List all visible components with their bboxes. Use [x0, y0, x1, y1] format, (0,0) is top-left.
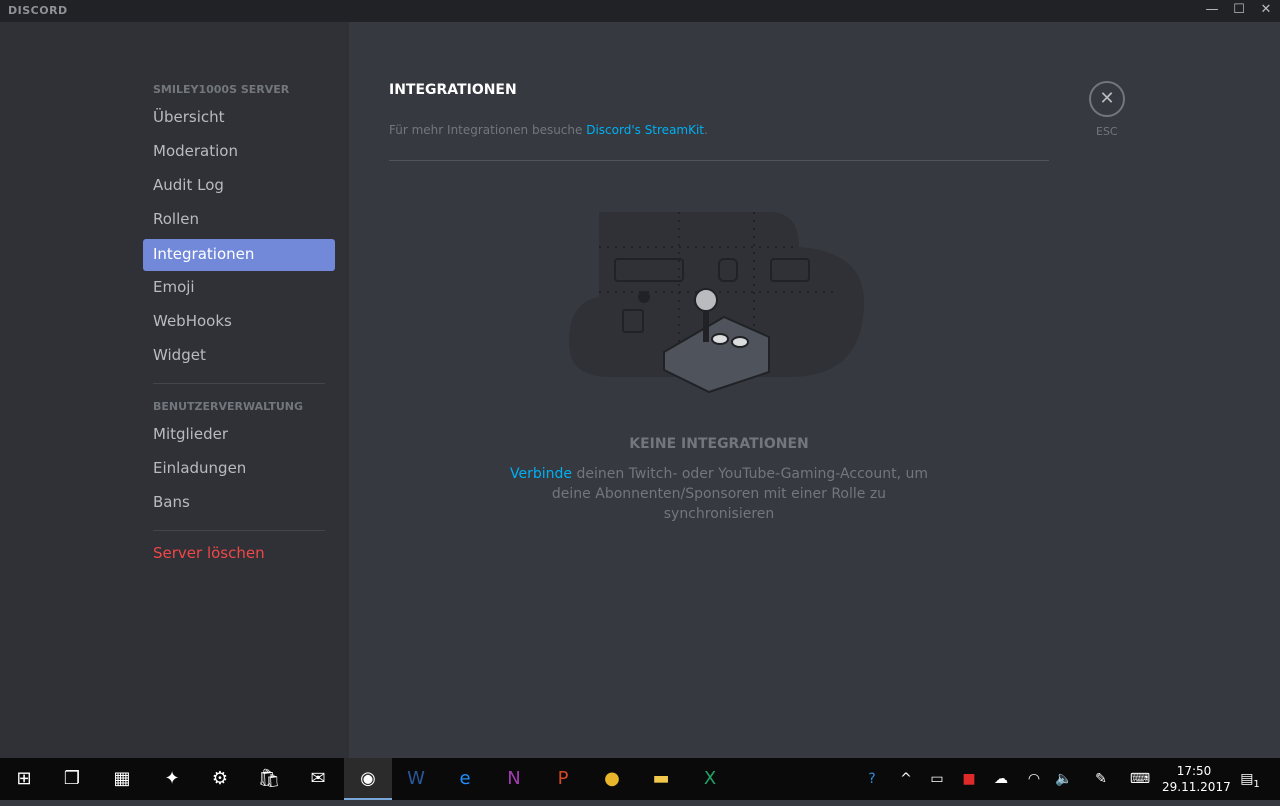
- app-icon[interactable]: ✦: [148, 758, 196, 800]
- server-header: SMILEY1000S SERVER: [153, 83, 290, 96]
- settings-icon[interactable]: ⚙: [196, 758, 244, 800]
- divider: [153, 530, 325, 531]
- file-explorer-icon[interactable]: ▬: [637, 758, 685, 800]
- notification-center-icon[interactable]: ▤1: [1236, 758, 1264, 800]
- store-icon[interactable]: 🛍: [245, 758, 293, 800]
- windows-start-icon[interactable]: ⊞: [0, 758, 48, 800]
- page-title: INTEGRATIONEN: [389, 82, 517, 98]
- connect-link[interactable]: Verbinde: [510, 466, 572, 482]
- sidebar-item-rollen[interactable]: Rollen: [143, 204, 335, 236]
- sidebar-item-audit-log[interactable]: Audit Log: [143, 170, 335, 202]
- chevron-up-icon[interactable]: ^: [892, 758, 920, 800]
- excel-icon[interactable]: X: [686, 758, 734, 800]
- clock[interactable]: 17:50 29.11.2017: [1162, 763, 1231, 795]
- integrations-panel: INTEGRATIONEN Für mehr Integrationen bes…: [349, 22, 1280, 758]
- maximize-button[interactable]: ☐: [1227, 2, 1251, 17]
- pen-icon[interactable]: ✎: [1087, 758, 1115, 800]
- onedrive-icon[interactable]: ☁: [987, 758, 1015, 800]
- keyboard-icon[interactable]: ⌨: [1126, 758, 1154, 800]
- empty-state-title: KEINE INTEGRATIONEN: [629, 436, 809, 452]
- help-icon[interactable]: ?: [858, 758, 886, 800]
- close-window-button[interactable]: ✕: [1254, 2, 1278, 17]
- settings-sidebar: SMILEY1000S SERVER Übersicht Moderation …: [0, 22, 349, 758]
- edge-icon[interactable]: e: [441, 758, 489, 800]
- chrome-icon[interactable]: ●: [588, 758, 636, 800]
- user-management-header: BENUTZERVERWALTUNG: [153, 400, 304, 413]
- avira-icon[interactable]: ■: [955, 758, 983, 800]
- discord-logo: DISCORD: [8, 4, 68, 17]
- sidebar-item-mitglieder[interactable]: Mitglieder: [143, 419, 335, 451]
- subtitle-text: Für mehr Integrationen besuche: [389, 123, 587, 137]
- empty-state-text: deinen Twitch- oder YouTube-Gaming-Accou…: [551, 466, 928, 522]
- divider: [389, 160, 1049, 161]
- sidebar-item-bans[interactable]: Bans: [143, 487, 335, 519]
- delete-server-button[interactable]: Server löschen: [143, 538, 335, 570]
- sidebar-item-moderation[interactable]: Moderation: [143, 136, 335, 168]
- powerpoint-icon[interactable]: P: [539, 758, 587, 800]
- time: 17:50: [1176, 764, 1212, 778]
- streamkit-link[interactable]: Discord's StreamKit: [586, 123, 704, 137]
- close-settings-button[interactable]: ✕: [1089, 81, 1125, 117]
- joystick-illustration: [569, 212, 864, 394]
- minimize-button[interactable]: —: [1200, 2, 1224, 17]
- wifi-icon[interactable]: ◠: [1020, 758, 1048, 800]
- windows-taskbar: ⊞ ❐ ▦ ✦ ⚙ 🛍 ✉ ◉ W e N P ● ▬ X ? ^ ▭ ■ ☁ …: [0, 758, 1280, 800]
- volume-icon[interactable]: 🔈: [1050, 758, 1078, 800]
- sidebar-item-einladungen[interactable]: Einladungen: [143, 453, 335, 485]
- onenote-icon[interactable]: N: [490, 758, 538, 800]
- sidebar-item-uebersicht[interactable]: Übersicht: [143, 102, 335, 134]
- calculator-icon[interactable]: ▦: [98, 758, 146, 800]
- sidebar-item-webhooks[interactable]: WebHooks: [143, 306, 335, 338]
- empty-state-description: Verbinde deinen Twitch- oder YouTube-Gam…: [499, 464, 939, 524]
- word-icon[interactable]: W: [392, 758, 440, 800]
- discord-taskbar-icon[interactable]: ◉: [344, 758, 392, 800]
- subtitle: Für mehr Integrationen besuche Discord's…: [389, 123, 708, 137]
- sidebar-item-widget[interactable]: Widget: [143, 340, 335, 372]
- mail-icon[interactable]: ✉: [294, 758, 342, 800]
- battery-icon[interactable]: ▭: [923, 758, 951, 800]
- subtitle-end: .: [704, 123, 708, 137]
- task-view-icon[interactable]: ❐: [48, 758, 96, 800]
- date: 29.11.2017: [1162, 780, 1231, 794]
- title-bar: DISCORD — ☐ ✕: [0, 0, 1280, 22]
- divider: [153, 383, 325, 384]
- notification-count: 1: [1253, 778, 1260, 790]
- sidebar-item-emoji[interactable]: Emoji: [143, 272, 335, 304]
- sidebar-item-integrationen[interactable]: Integrationen: [143, 239, 335, 271]
- esc-label: ESC: [1096, 125, 1118, 138]
